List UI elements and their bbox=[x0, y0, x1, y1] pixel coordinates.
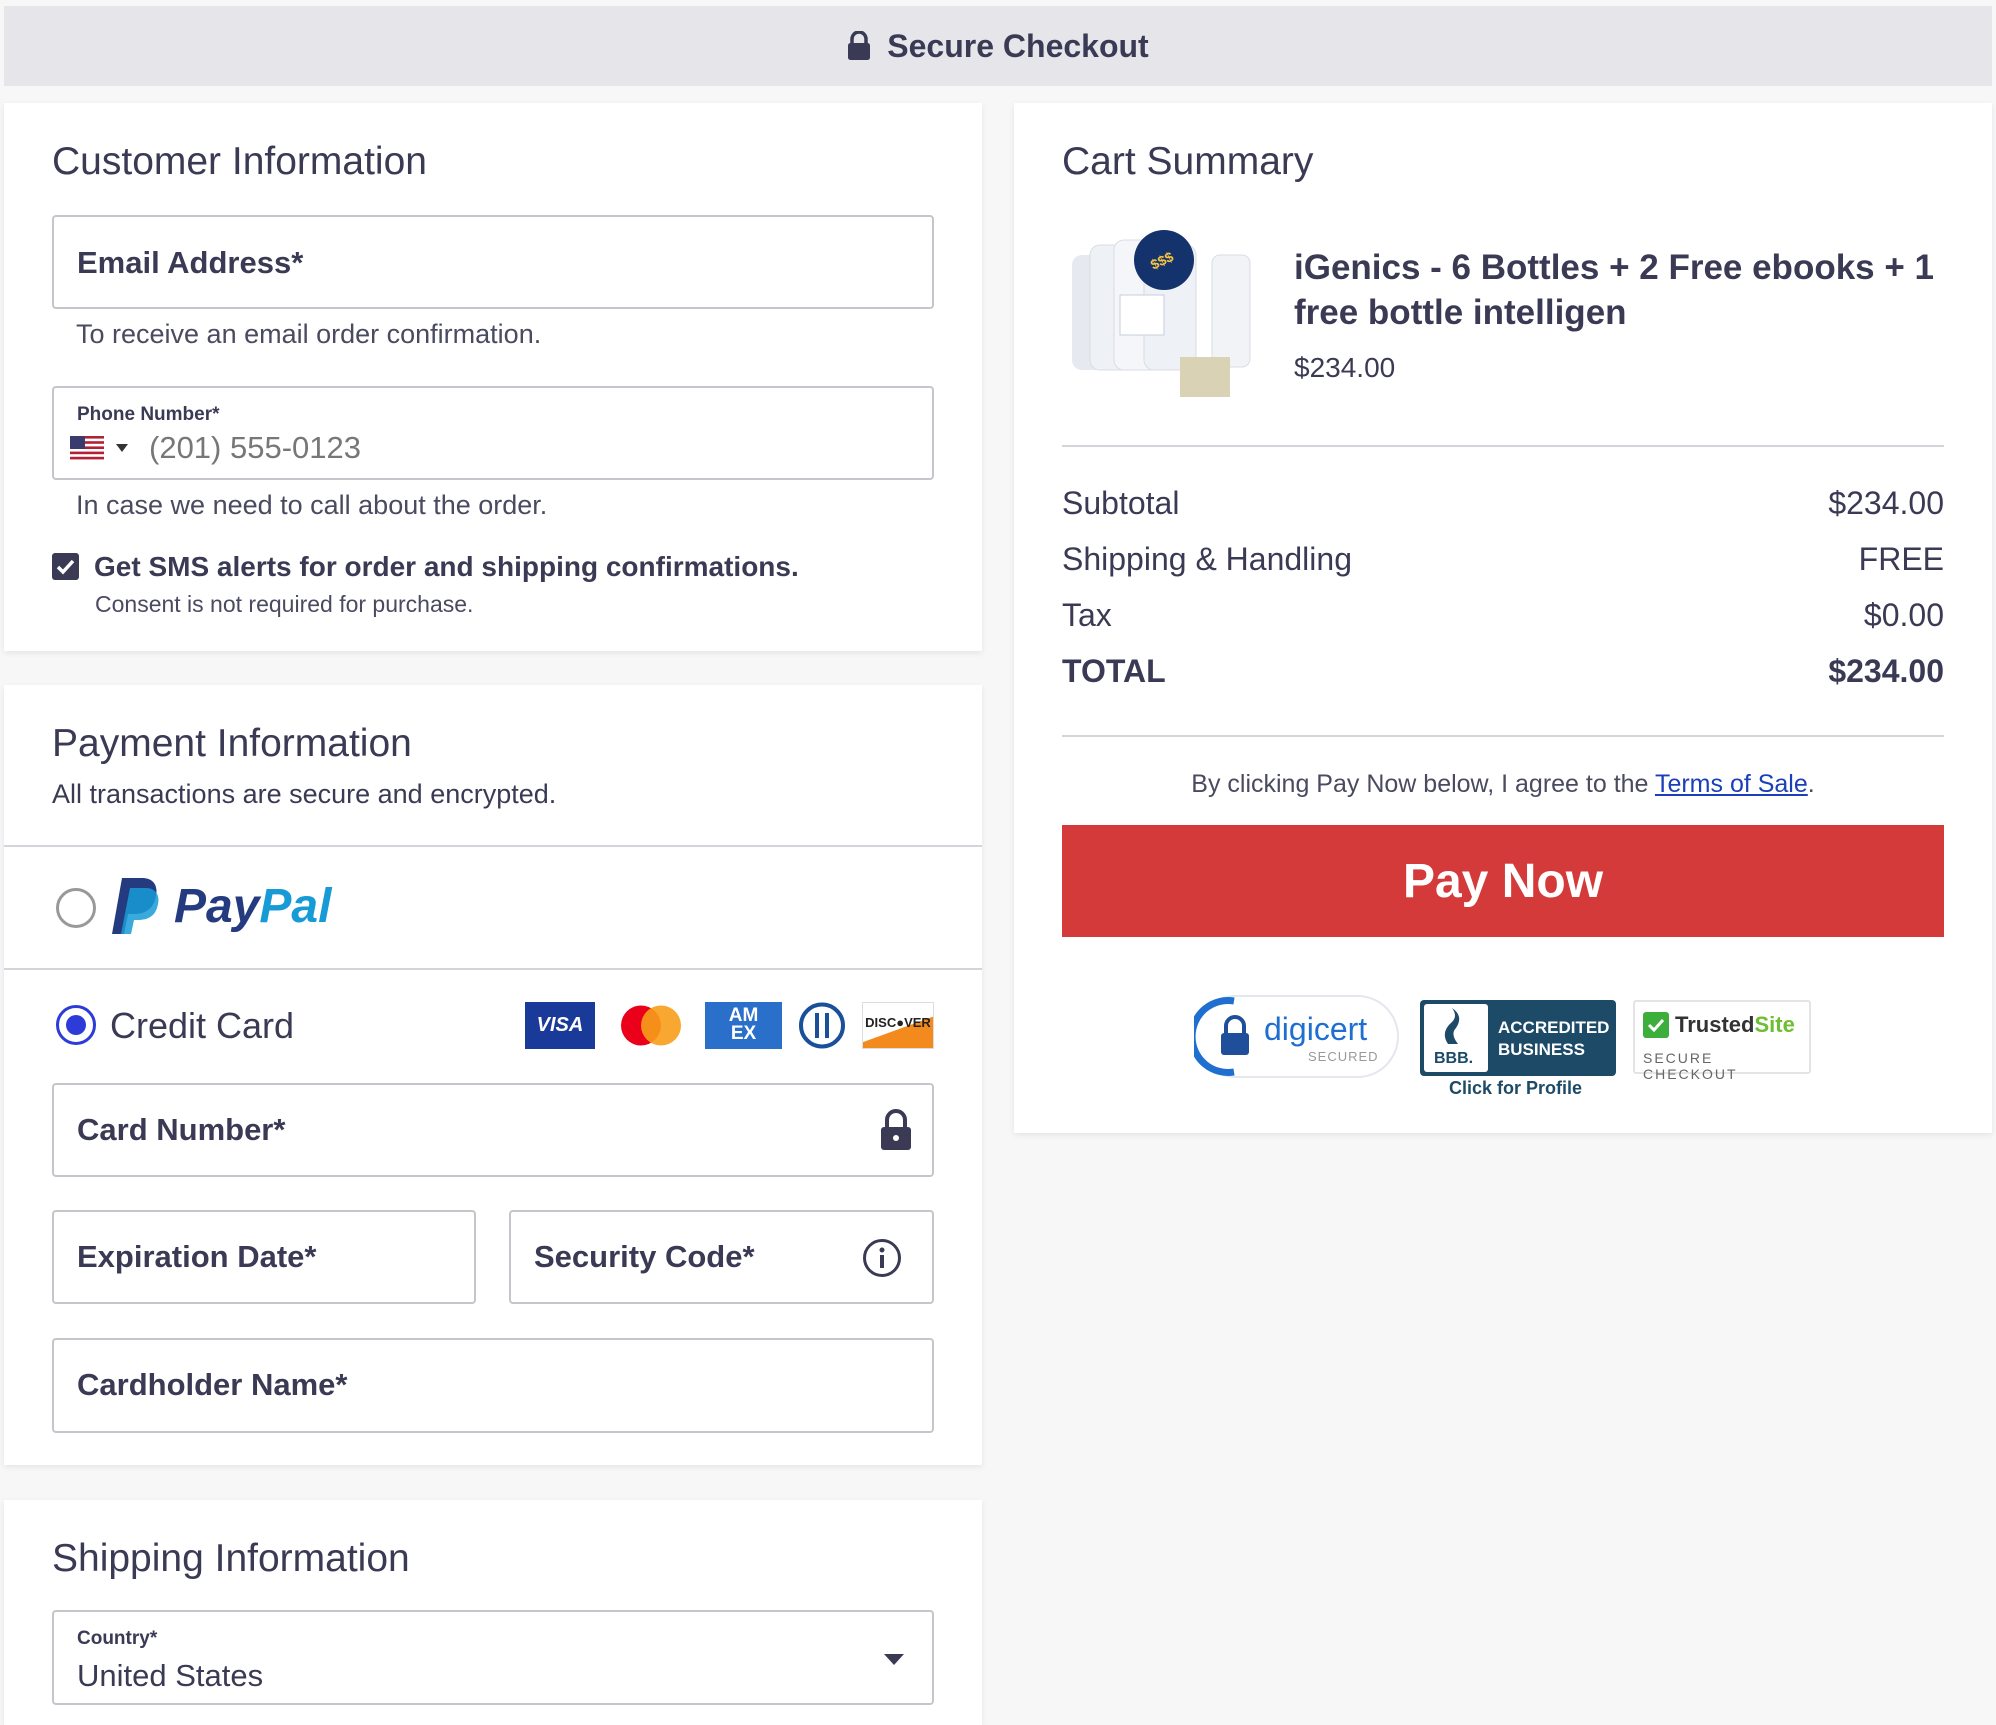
country-label: Country* bbox=[77, 1628, 158, 1649]
payment-divider-mid bbox=[4, 968, 982, 970]
cart-divider-bottom bbox=[1062, 735, 1944, 737]
phone-label: Phone Number* bbox=[77, 404, 220, 425]
digicert-text: digicert bbox=[1264, 1011, 1368, 1047]
payment-info-subheading: All transactions are secure and encrypte… bbox=[52, 779, 557, 809]
email-hint: To receive an email order confirmation. bbox=[76, 319, 542, 349]
cardholder-name-field[interactable]: Cardholder Name* bbox=[52, 1338, 934, 1433]
country-select[interactable]: Country* United States bbox=[52, 1610, 934, 1705]
cart-divider-top bbox=[1062, 445, 1944, 447]
trustedsite-badge[interactable]: TrustedSite SECURE CHECKOUT bbox=[1633, 1000, 1811, 1082]
email-label: Email Address* bbox=[77, 245, 304, 280]
bbb-business-text: BUSINESS bbox=[1498, 1040, 1585, 1059]
card-number-field[interactable]: Card Number* bbox=[52, 1083, 934, 1177]
paypal-radio[interactable] bbox=[56, 888, 96, 928]
info-icon[interactable] bbox=[862, 1238, 902, 1283]
site-text: Site bbox=[1754, 1012, 1795, 1037]
paypal-logo[interactable]: PayPal bbox=[108, 876, 331, 936]
credit-card-label[interactable]: Credit Card bbox=[110, 1005, 294, 1047]
shipping-row: Shipping & Handling FREE bbox=[1062, 541, 1944, 578]
bbb-accredited-text: ACCREDITED bbox=[1498, 1018, 1610, 1037]
cardholder-name-label: Cardholder Name* bbox=[77, 1367, 348, 1402]
credit-card-radio[interactable] bbox=[56, 1005, 96, 1045]
tax-label: Tax bbox=[1062, 597, 1112, 633]
phone-input[interactable]: (201) 555-0123 bbox=[149, 430, 361, 466]
product-image: $$$ bbox=[1062, 225, 1262, 410]
payment-divider-top bbox=[4, 845, 982, 847]
card-number-label: Card Number* bbox=[77, 1112, 286, 1147]
discover-logo: DISC●VER bbox=[862, 1002, 934, 1049]
amex-text-bottom: EX bbox=[730, 1023, 757, 1044]
bbb-mark-text: BBB. bbox=[1434, 1050, 1474, 1067]
email-field[interactable]: Email Address* bbox=[52, 215, 934, 309]
amex-logo: AM EX bbox=[705, 1002, 782, 1049]
cart-summary-heading: Cart Summary bbox=[1062, 140, 1314, 183]
sms-label[interactable]: Get SMS alerts for order and shipping co… bbox=[94, 551, 799, 583]
card-lock-icon bbox=[880, 1109, 912, 1156]
total-row: TOTAL $234.00 bbox=[1062, 653, 1944, 690]
digicert-lock-icon bbox=[1194, 997, 1249, 1076]
tax-value: $0.00 bbox=[1863, 597, 1944, 633]
total-label: TOTAL bbox=[1062, 653, 1166, 689]
phone-hint: In case we need to call about the order. bbox=[76, 490, 548, 520]
shipping-info-heading: Shipping Information bbox=[52, 1537, 410, 1580]
payment-info-heading: Payment Information bbox=[52, 722, 412, 765]
chevron-down-icon bbox=[884, 1654, 904, 1665]
us-flag-icon[interactable] bbox=[70, 436, 104, 465]
diners-logo bbox=[798, 1002, 846, 1049]
security-code-label: Security Code* bbox=[534, 1239, 755, 1274]
secure-checkout-bar: Secure Checkout bbox=[4, 6, 1992, 86]
country-value: United States bbox=[77, 1658, 264, 1693]
paypal-text-pay: Pay bbox=[174, 879, 260, 933]
digicert-secured-text: SECURED bbox=[1308, 1049, 1379, 1064]
trustedsite-check-icon bbox=[1643, 1012, 1669, 1038]
subtotal-value: $234.00 bbox=[1828, 485, 1944, 521]
total-value: $234.00 bbox=[1828, 653, 1944, 689]
mastercard-logo bbox=[615, 1002, 687, 1049]
terms-notice: By clicking Pay Now below, I agree to th… bbox=[1062, 770, 1944, 799]
lock-icon bbox=[847, 31, 871, 61]
page-title: Secure Checkout bbox=[887, 27, 1149, 64]
visa-logo: VISA bbox=[525, 1002, 595, 1049]
subtotal-row: Subtotal $234.00 bbox=[1062, 485, 1944, 522]
sms-checkbox[interactable] bbox=[52, 553, 79, 580]
terms-prefix: By clicking Pay Now below, I agree to th… bbox=[1191, 770, 1655, 798]
paypal-mark-icon bbox=[112, 878, 159, 934]
product-price: $234.00 bbox=[1294, 352, 1396, 383]
paypal-text-pal: Pal bbox=[259, 879, 332, 933]
bbb-badge[interactable]: BBB. ACCREDITED BUSINESS bbox=[1420, 1000, 1616, 1076]
product-name: iGenics - 6 Bottles + 2 Free ebooks + 1 … bbox=[1294, 248, 1934, 332]
phone-field[interactable]: Phone Number* (201) 555-0123 bbox=[52, 386, 934, 480]
digicert-badge[interactable]: digicert SECURED bbox=[1194, 995, 1399, 1078]
bbb-profile-link[interactable]: Click for Profile bbox=[1449, 1078, 1582, 1099]
tax-row: Tax $0.00 bbox=[1062, 597, 1944, 634]
checkmark-icon bbox=[56, 559, 75, 575]
sms-consent-note: Consent is not required for purchase. bbox=[95, 591, 474, 617]
shipping-label: Shipping & Handling bbox=[1062, 541, 1352, 577]
expiration-date-label: Expiration Date* bbox=[77, 1239, 317, 1274]
security-code-field[interactable]: Security Code* bbox=[509, 1210, 934, 1304]
country-code-chevron-icon[interactable] bbox=[116, 444, 128, 452]
terms-suffix: . bbox=[1807, 770, 1815, 798]
customer-info-heading: Customer Information bbox=[52, 140, 427, 183]
expiration-date-field[interactable]: Expiration Date* bbox=[52, 1210, 476, 1304]
subtotal-label: Subtotal bbox=[1062, 485, 1180, 521]
trusted-text: Trusted bbox=[1675, 1012, 1755, 1037]
trustedsite-sub-text: SECURE CHECKOUT bbox=[1643, 1050, 1738, 1082]
shipping-value: FREE bbox=[1858, 541, 1944, 577]
pay-now-button[interactable]: Pay Now bbox=[1062, 825, 1944, 937]
bbb-torch-icon bbox=[1444, 1008, 1460, 1044]
terms-of-sale-link[interactable]: Terms of Sale bbox=[1655, 770, 1808, 798]
